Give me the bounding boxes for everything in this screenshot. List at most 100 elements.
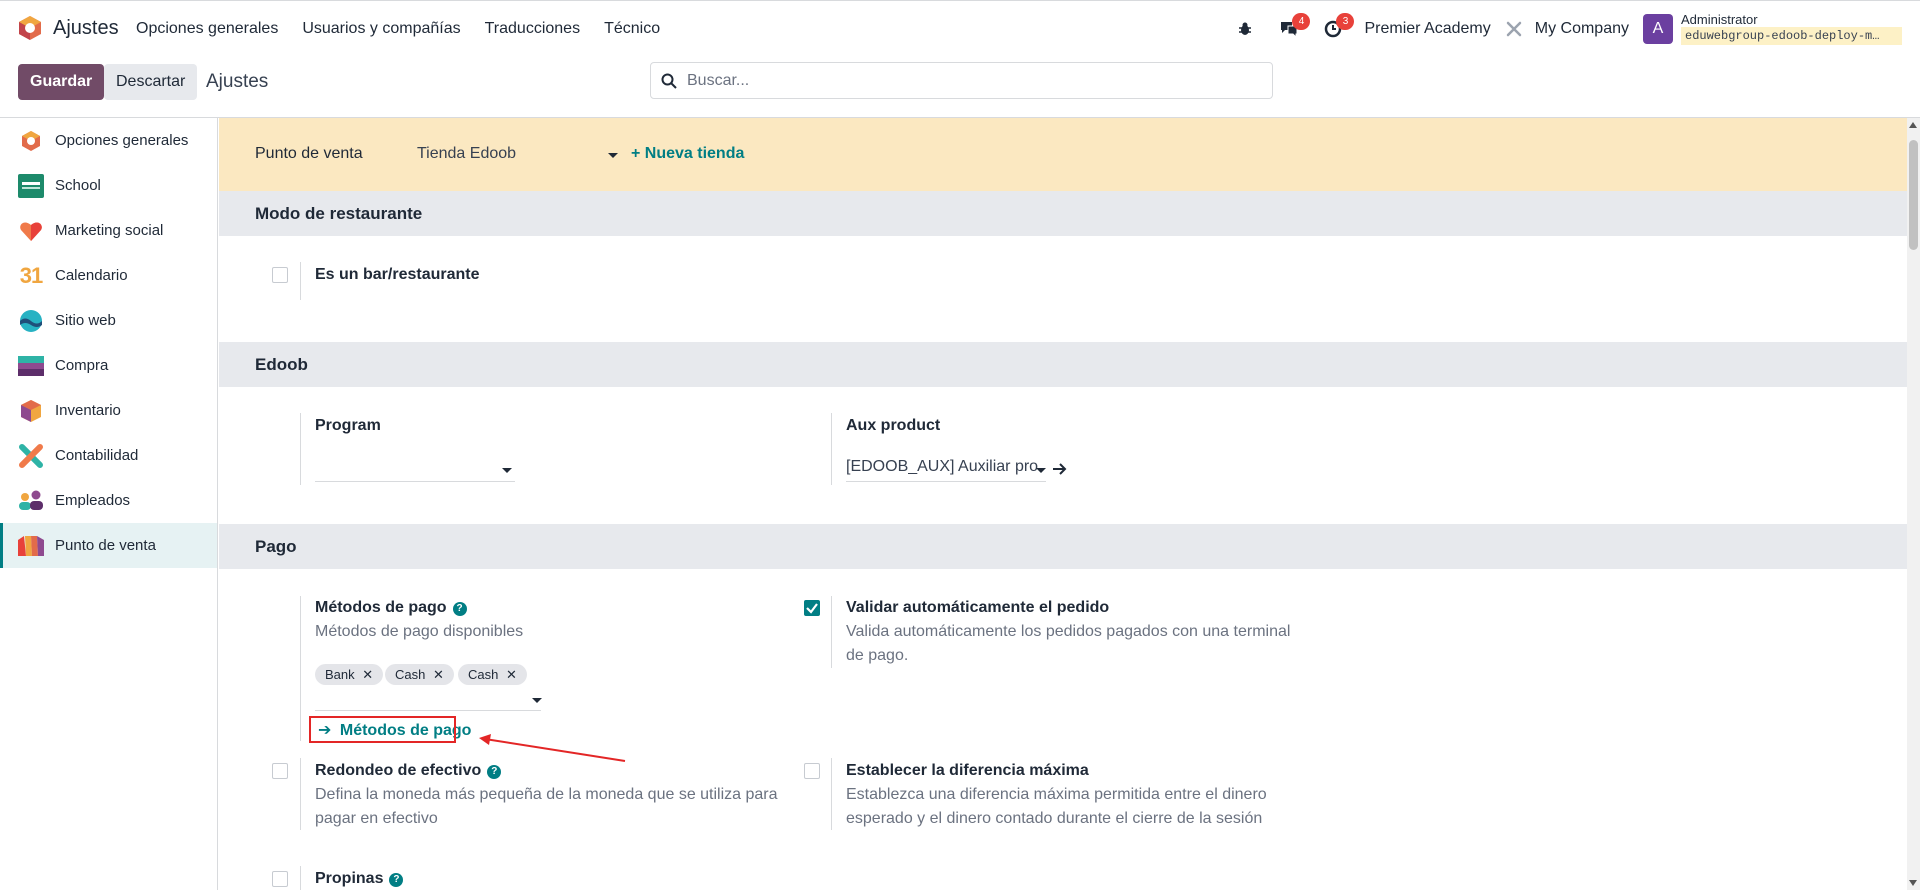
sidebar-item-label: Sitio web — [55, 312, 116, 329]
sidebar-item-label: Compra — [55, 357, 109, 374]
breadcrumb: Ajustes — [206, 71, 269, 92]
sidebar-item-marketing-social[interactable]: Marketing social — [0, 208, 217, 253]
help-icon[interactable]: ? — [487, 765, 502, 779]
arrow-right-icon[interactable] — [1052, 462, 1068, 476]
auto-validate-desc: Valida automáticamente los pedidos pagad… — [846, 623, 1291, 664]
aux-product-select[interactable]: [EDOOB_AUX] Auxiliar pro — [846, 458, 1046, 482]
help-icon[interactable]: ? — [389, 873, 404, 887]
app-title[interactable]: Ajustes — [53, 17, 119, 40]
settings-app-icon — [18, 128, 44, 154]
school-switcher[interactable]: Premier Academy — [1364, 20, 1490, 38]
max-difference-checkbox[interactable] — [804, 763, 820, 779]
program-label: Program — [315, 417, 381, 434]
scroll-up-icon[interactable] — [1909, 122, 1917, 128]
accounting-app-icon — [18, 443, 44, 469]
cash-rounding-text: Redondeo de efectivo — [315, 762, 482, 779]
divider — [831, 596, 832, 668]
cash-rounding-checkbox[interactable] — [272, 763, 288, 779]
purchase-app-icon — [18, 353, 44, 379]
sidebar-item-calendario[interactable]: 31 Calendario — [0, 253, 217, 298]
tag-bank: Bank ✕ — [315, 664, 384, 685]
aux-product-value: [EDOOB_AUX] Auxiliar pro — [846, 458, 1039, 475]
activities-button[interactable]: 3 — [1316, 12, 1355, 46]
sidebar-item-punto-de-venta[interactable]: Punto de venta — [0, 523, 217, 568]
company-switcher[interactable]: My Company — [1535, 20, 1629, 38]
sidebar-item-empleados[interactable]: Empleados — [0, 478, 217, 523]
settings-content: Punto de venta Tienda Edoob + Nueva tien… — [219, 118, 1907, 890]
sidebar-item-label: Empleados — [55, 492, 131, 509]
section-payment: Pago — [219, 524, 1907, 569]
save-button[interactable]: Guardar — [18, 64, 105, 100]
sidebar-item-label: Punto de venta — [55, 537, 156, 554]
calendar-app-icon: 31 — [19, 262, 44, 288]
sidebar-item-contabilidad[interactable]: Contabilidad — [0, 433, 217, 478]
help-icon[interactable]: ? — [452, 602, 467, 616]
sidebar-item-opciones-generales[interactable]: Opciones generales — [0, 118, 217, 163]
program-select[interactable] — [315, 458, 515, 482]
messages-button[interactable]: 4 — [1272, 12, 1311, 46]
auto-validate-label: Validar automáticamente el pedido — [846, 599, 1110, 616]
employees-app-icon — [18, 488, 44, 514]
payment-methods-text: Métodos de pago — [315, 599, 447, 616]
scroll-thumb[interactable] — [1909, 140, 1918, 250]
user-avatar[interactable]: A — [1643, 13, 1673, 44]
search-input[interactable] — [687, 71, 1247, 90]
divider — [831, 413, 832, 485]
discard-button[interactable]: Descartar — [104, 64, 198, 100]
new-shop-link[interactable]: + Nueva tienda — [631, 145, 744, 163]
pos-label: Punto de venta — [255, 145, 363, 162]
tag-label: Cash — [395, 667, 426, 682]
menu-traducciones[interactable]: Traducciones — [485, 20, 580, 38]
pos-shop-select[interactable]: Tienda Edoob — [417, 145, 620, 167]
divider — [300, 866, 301, 890]
chevron-down-icon — [502, 468, 512, 473]
school-app-icon — [18, 173, 44, 199]
tools-icon[interactable] — [1505, 20, 1523, 38]
settings-sidebar: Opciones generales School Marketing soci… — [0, 118, 218, 890]
max-difference-desc: Establezca una diferencia máxima permiti… — [846, 786, 1267, 827]
tag-cash: Cash ✕ — [385, 664, 454, 685]
tag-label: Bank — [325, 667, 355, 682]
sidebar-item-school[interactable]: School — [0, 163, 217, 208]
menu-opciones-generales[interactable]: Opciones generales — [136, 20, 278, 38]
debug-bug-icon[interactable] — [1228, 12, 1262, 46]
section-title: Edoob — [255, 355, 308, 374]
sidebar-item-inventario[interactable]: Inventario — [0, 388, 217, 433]
remove-tag-icon[interactable]: ✕ — [362, 667, 373, 682]
database-name: eduwebgroup-edoob-deploy-m… — [1681, 27, 1902, 45]
tips-checkbox[interactable] — [272, 871, 288, 887]
search-bar[interactable] — [650, 62, 1273, 99]
sidebar-item-label: Marketing social — [55, 222, 164, 239]
section-edoob: Edoob — [219, 342, 1907, 387]
checkmark-icon — [806, 603, 818, 614]
divider — [300, 413, 301, 485]
pos-selector-bar: Punto de venta Tienda Edoob + Nueva tien… — [219, 118, 1907, 191]
section-restaurant: Modo de restaurante — [219, 191, 1907, 236]
max-difference-label: Establecer la diferencia máxima — [846, 762, 1089, 779]
pos-shop-value: Tienda Edoob — [417, 145, 517, 162]
user-menu[interactable]: Administrator eduwebgroup-edoob-deploy-m… — [1681, 12, 1902, 45]
scroll-down-icon[interactable] — [1909, 880, 1917, 886]
top-navbar: Ajustes Opciones generales Usuarios y co… — [0, 0, 1920, 55]
payment-methods-label: Métodos de pago? — [315, 599, 467, 617]
remove-tag-icon[interactable]: ✕ — [433, 667, 444, 682]
payment-methods-tags: Bank ✕ Cash ✕ Cash ✕ — [315, 664, 555, 685]
cash-rounding-label: Redondeo de efectivo? — [315, 762, 502, 780]
tag-cash: Cash ✕ — [458, 664, 527, 685]
scrollbar[interactable] — [1907, 118, 1920, 890]
chevron-down-icon — [608, 153, 618, 158]
chevron-down-icon — [532, 698, 542, 703]
aux-product-label: Aux product — [846, 417, 941, 434]
remove-tag-icon[interactable]: ✕ — [506, 667, 517, 682]
payment-methods-input[interactable] — [315, 689, 542, 711]
menu-usuarios-companias[interactable]: Usuarios y compañías — [302, 20, 460, 38]
main-menu: Opciones generales Usuarios y compañías … — [136, 20, 660, 38]
section-title: Modo de restaurante — [255, 204, 423, 223]
menu-tecnico[interactable]: Técnico — [604, 20, 660, 38]
is-bar-checkbox[interactable] — [272, 267, 288, 283]
user-name: Administrator — [1681, 12, 1758, 27]
odoo-logo-icon[interactable] — [17, 15, 43, 41]
sidebar-item-compra[interactable]: Compra — [0, 343, 217, 388]
sidebar-item-sitio-web[interactable]: Sitio web — [0, 298, 217, 343]
auto-validate-checkbox[interactable] — [804, 600, 820, 616]
